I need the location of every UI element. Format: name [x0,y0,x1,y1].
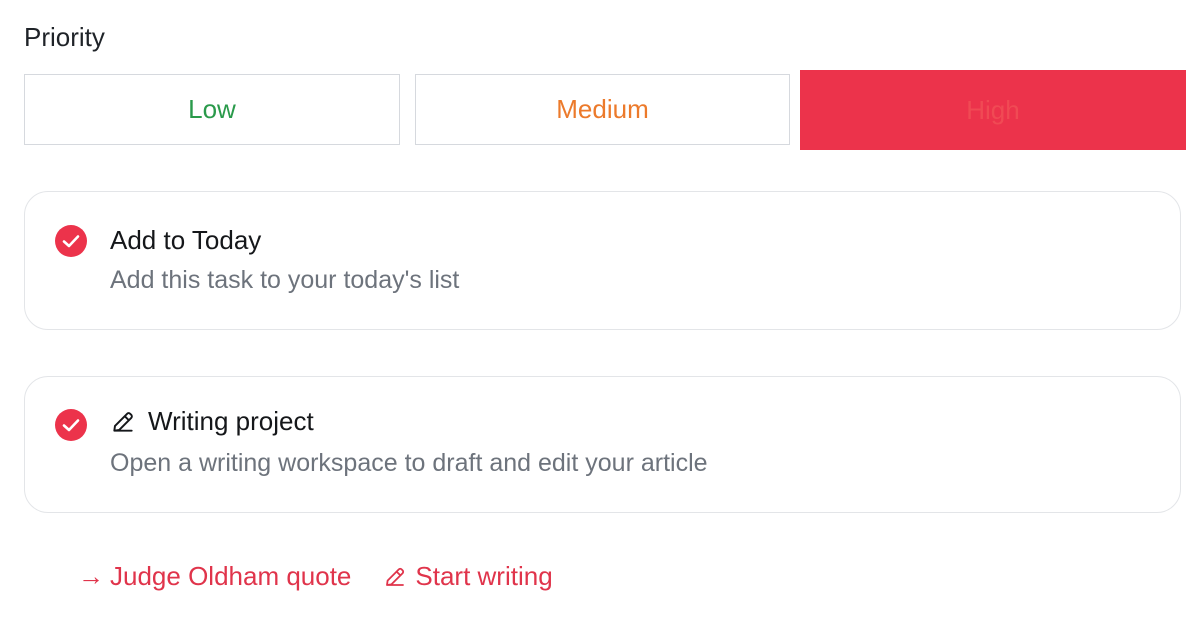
option-description: Open a writing workspace to draft and ed… [110,449,708,477]
check-circle-icon[interactable] [55,225,87,257]
priority-high-button[interactable]: High [800,70,1186,150]
action-links: → Judge Oldham quote Start writing [78,561,553,592]
start-writing-link[interactable]: Start writing [383,561,553,592]
option-title: Add to Today [110,225,262,255]
option-description: Add this task to your today's list [110,266,460,294]
option-title-row: Writing project [110,406,314,437]
option-title: Writing project [148,406,314,436]
link-label: Judge Oldham quote [110,561,352,591]
priority-label: Priority [24,22,105,52]
priority-selector: Low Medium High [24,70,1186,150]
arrow-right-icon: → [78,561,104,591]
priority-low-button[interactable]: Low [24,74,400,145]
check-circle-icon[interactable] [55,409,87,441]
pencil-icon [383,565,407,589]
priority-medium-button[interactable]: Medium [415,74,790,145]
writing-project-option[interactable]: Writing project Open a writing workspace… [24,376,1181,513]
judge-oldham-quote-link[interactable]: → Judge Oldham quote [78,561,351,592]
add-to-today-option[interactable]: Add to Today Add this task to your today… [24,191,1181,330]
link-label: Start writing [415,561,553,591]
task-options-panel: Priority Low Medium High Add to Today Ad… [0,0,1200,628]
pencil-icon [110,409,136,435]
